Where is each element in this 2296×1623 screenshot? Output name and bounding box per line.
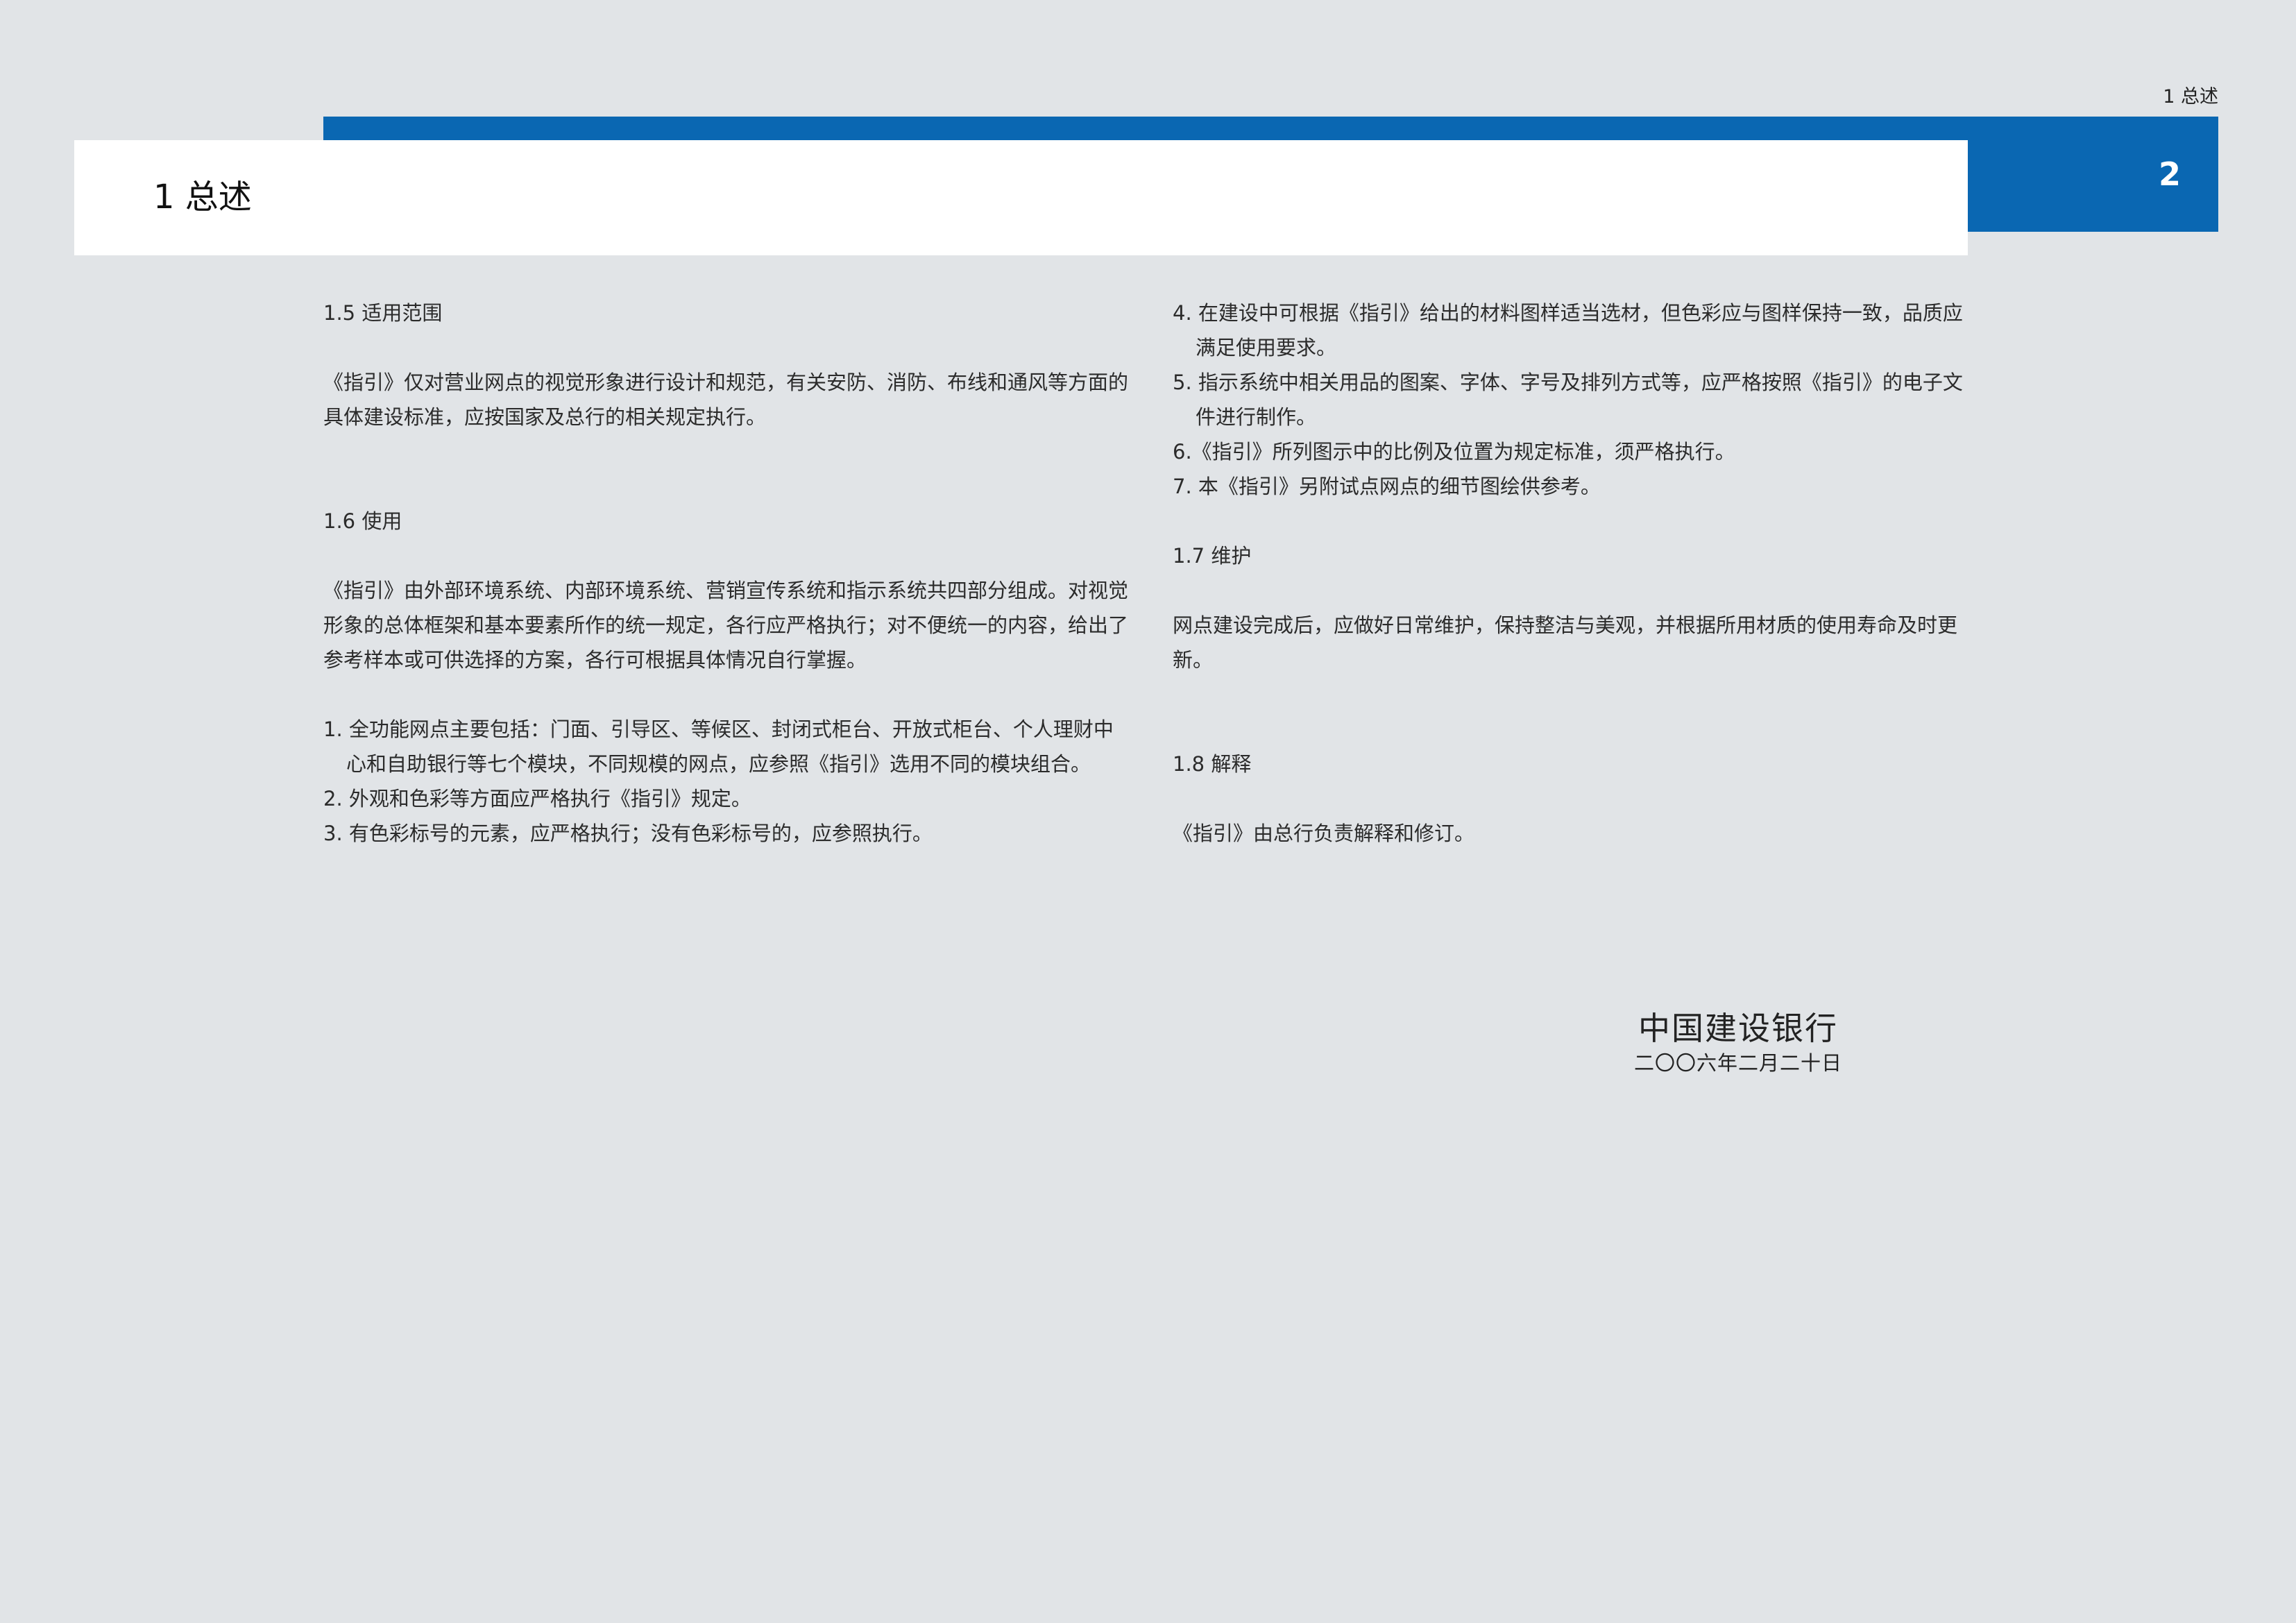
section-1-8-paragraph: 《指引》由总行负责解释和修订。	[1173, 822, 1475, 845]
list-item-6: 6.《指引》所列图示中的比例及位置为规定标准，须严格执行。	[1173, 440, 1735, 464]
list-item-1: 1. 全功能网点主要包括：门面、引导区、等候区、封闭式柜台、开放式柜台、个人理财…	[323, 717, 1114, 776]
right-column: 4. 在建设中可根据《指引》给出的材料图样适当选材，但色彩应与图样保持一致，品质…	[1173, 296, 1971, 851]
section-1-5-heading: 1.5 适用范围	[323, 301, 443, 325]
section-1-7-heading: 1.7 维护	[1173, 544, 1252, 568]
section-1-6-heading: 1.6 使用	[323, 509, 402, 533]
chapter-title: 1 总述	[153, 178, 252, 216]
section-1-8-heading: 1.8 解释	[1173, 752, 1252, 776]
page-number: 2	[2158, 155, 2181, 193]
section-1-6-paragraph: 《指引》由外部环境系统、内部环境系统、营销宣传系统和指示系统共四部分组成。对视觉…	[323, 579, 1129, 672]
section-1-7-paragraph: 网点建设完成后，应做好日常维护，保持整洁与美观，并根据所用材质的使用寿命及时更新…	[1173, 613, 1958, 672]
signature-organization: 中国建设银行	[1638, 1010, 1838, 1047]
running-header: 1 总述	[2163, 86, 2218, 108]
title-panel: 1 总述	[74, 140, 1968, 255]
signature-date: 二〇〇六年二月二十日	[1633, 1051, 1842, 1075]
left-column: 1.5 适用范围 《指引》仅对营业网点的视觉形象进行设计和规范，有关安防、消防、…	[323, 296, 1128, 851]
list-item-3: 3. 有色彩标号的元素，应严格执行；没有色彩标号的，应参照执行。	[323, 822, 933, 845]
header-blue-bar	[323, 117, 2218, 140]
page-number-tab: 2	[1968, 117, 2218, 232]
list-item-2: 2. 外观和色彩等方面应严格执行《指引》规定。	[323, 787, 751, 810]
section-1-5-paragraph: 《指引》仅对营业网点的视觉形象进行设计和规范，有关安防、消防、布线和通风等方面的…	[323, 371, 1129, 429]
signature-block: 中国建设银行 二〇〇六年二月二十日	[1582, 1008, 1894, 1077]
list-item-4: 4. 在建设中可根据《指引》给出的材料图样适当选材，但色彩应与图样保持一致，品质…	[1173, 301, 1963, 359]
list-item-7: 7. 本《指引》另附试点网点的细节图绘供参考。	[1173, 475, 1601, 498]
list-item-5: 5. 指示系统中相关用品的图案、字体、字号及排列方式等，应严格按照《指引》的电子…	[1173, 371, 1963, 429]
